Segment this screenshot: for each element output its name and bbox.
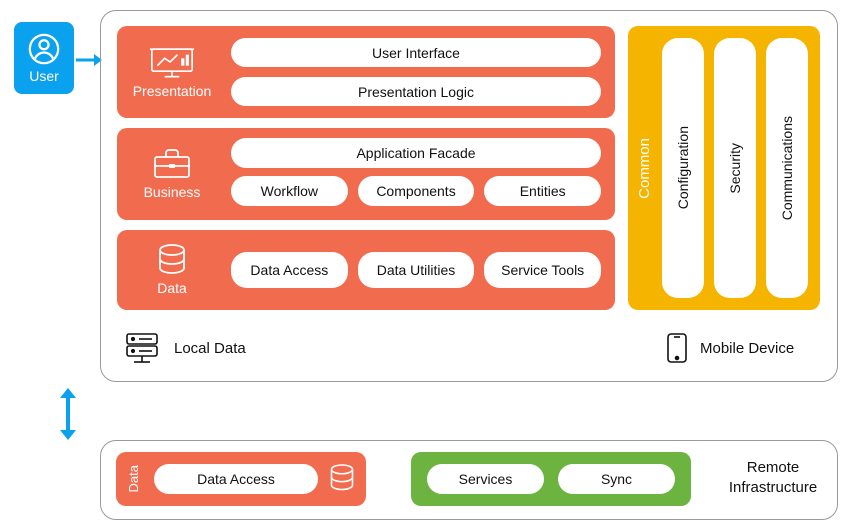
local-data-label: Local Data [174,340,246,357]
user-icon [27,32,61,66]
remote-data-label: Data [126,465,144,492]
remote-infrastructure-label: Remote Infrastructure [718,458,828,497]
business-layer: Business Application Facade Workflow Com… [117,128,615,220]
database-icon-small [328,464,356,494]
arrow-bidirectional-icon [56,388,80,440]
cross-item-communications: Communications [766,38,808,298]
arrow-user-right [76,52,102,68]
presentation-item-user-interface: User Interface [231,38,601,67]
business-item-workflow: Workflow [231,176,348,206]
presentation-icon [150,45,194,79]
mobile-icon [666,332,688,364]
remote-services-item: Services [427,464,544,494]
business-item-components: Components [358,176,475,206]
mobile-device-label: Mobile Device [700,340,794,357]
data-item-service-tools: Service Tools [484,252,601,288]
cross-item-configuration: Configuration [662,38,704,298]
mobile-device-section: Mobile Device [666,332,794,364]
presentation-layer: Presentation User Interface Presentation… [117,26,615,118]
remote-sync-item: Sync [558,464,675,494]
data-item-data-utilities: Data Utilities [358,252,475,288]
presentation-title: Presentation [133,83,212,99]
cross-item-security: Security [714,38,756,298]
database-icon [156,244,188,278]
user-label: User [29,68,59,84]
remote-data-item: Data Access [154,464,318,494]
remote-data-block: Data Data Access [116,452,366,506]
data-item-data-access: Data Access [231,252,348,288]
diagram-canvas: User Presentation User Interface Present… [0,0,850,530]
briefcase-icon [152,148,192,180]
business-title: Business [144,184,201,200]
server-icon [124,332,160,364]
data-title: Data [157,280,187,296]
local-data-section: Local Data [124,332,246,364]
presentation-item-presentation-logic: Presentation Logic [231,77,601,106]
user-node: User [14,22,74,94]
remote-services-block: Services Sync [411,452,691,506]
common-label: Common [636,138,658,199]
data-layer: Data Data Access Data Utilities Service … [117,230,615,310]
cross-cutting-block: Common Configuration Security Communicat… [628,26,820,310]
business-item-entities: Entities [484,176,601,206]
business-item-application-facade: Application Facade [231,138,601,168]
